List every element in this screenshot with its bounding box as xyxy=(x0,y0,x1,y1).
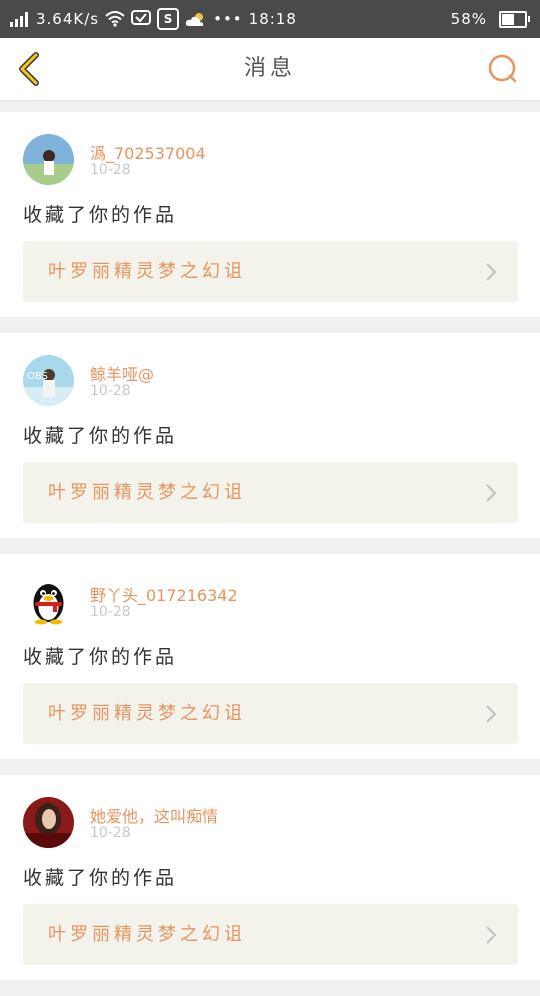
chevron-right-icon xyxy=(486,263,497,281)
network-speed: 3.64K/s xyxy=(36,10,100,28)
action-text: 收藏了你的作品 xyxy=(23,646,178,668)
message-card: 潙_702537004 10-28 收藏了你的作品 叶罗丽精灵梦之幻诅 xyxy=(0,112,540,317)
work-link[interactable]: 叶罗丽精灵梦之幻诅 xyxy=(23,462,518,523)
action-text: 收藏了你的作品 xyxy=(23,204,178,226)
nav-bar: 消息 xyxy=(0,38,540,101)
girl-photo-avatar xyxy=(23,797,74,848)
wifi-icon xyxy=(105,11,125,27)
work-title: 叶罗丽精灵梦之幻诅 xyxy=(48,924,246,945)
clock: 18:18 xyxy=(248,10,297,28)
girl-photo-avatar: OBS xyxy=(23,355,74,406)
battery-percent: 58% xyxy=(450,10,487,28)
username[interactable]: 她爱他，这叫痴情 xyxy=(90,803,218,827)
signal-icon xyxy=(10,11,30,27)
message-date: 10-28 xyxy=(90,162,131,178)
work-title: 叶罗丽精灵梦之幻诅 xyxy=(48,261,246,282)
status-bar: 3.64K/s S ••• 18:18 58% xyxy=(0,0,540,38)
search-icon xyxy=(488,54,517,83)
message-card: 她爱他，这叫痴情 10-28 收藏了你的作品 叶罗丽精灵梦之幻诅 xyxy=(0,775,540,980)
avatar[interactable] xyxy=(23,797,74,848)
s-app-icon: S xyxy=(157,8,180,30)
avatar[interactable]: OBS xyxy=(23,355,74,406)
work-title: 叶罗丽精灵梦之幻诅 xyxy=(48,703,246,724)
battery-icon xyxy=(499,10,530,28)
work-link[interactable]: 叶罗丽精灵梦之幻诅 xyxy=(23,241,518,302)
action-text: 收藏了你的作品 xyxy=(23,867,178,889)
username[interactable]: 潙_702537004 xyxy=(90,140,206,164)
status-bar-left: 3.64K/s S ••• 18:18 xyxy=(10,0,303,38)
page-title: 消息 xyxy=(243,56,296,81)
status-bar-right: 58% xyxy=(451,0,530,38)
svg-text:OBS: OBS xyxy=(27,371,48,382)
chevron-right-icon xyxy=(486,926,497,944)
girl-photo-avatar xyxy=(23,134,74,185)
message-icon xyxy=(131,10,152,28)
work-link[interactable]: 叶罗丽精灵梦之幻诅 xyxy=(23,904,518,965)
weather-cloud-icon xyxy=(185,11,207,27)
chevron-right-icon xyxy=(486,484,497,502)
message-date: 10-28 xyxy=(90,825,131,841)
avatar[interactable] xyxy=(23,576,74,627)
work-link[interactable]: 叶罗丽精灵梦之幻诅 xyxy=(23,683,518,744)
username[interactable]: 野丫头_017216342 xyxy=(90,582,238,606)
message-list: 潙_702537004 10-28 收藏了你的作品 叶罗丽精灵梦之幻诅 OBS … xyxy=(0,112,540,996)
avatar[interactable] xyxy=(23,134,74,185)
search-button[interactable] xyxy=(488,54,518,84)
username[interactable]: 鲸羊哑@ xyxy=(90,361,154,385)
work-title: 叶罗丽精灵梦之幻诅 xyxy=(48,482,246,503)
more-dots-icon: ••• xyxy=(213,10,243,28)
message-date: 10-28 xyxy=(90,604,131,620)
message-card: OBS 鲸羊哑@ 10-28 收藏了你的作品 叶罗丽精灵梦之幻诅 xyxy=(0,333,540,538)
action-text: 收藏了你的作品 xyxy=(23,425,178,447)
message-date: 10-28 xyxy=(90,383,131,399)
qq-penguin-avatar xyxy=(23,576,74,627)
chevron-right-icon xyxy=(486,705,497,723)
message-card: 野丫头_017216342 10-28 收藏了你的作品 叶罗丽精灵梦之幻诅 xyxy=(0,554,540,759)
